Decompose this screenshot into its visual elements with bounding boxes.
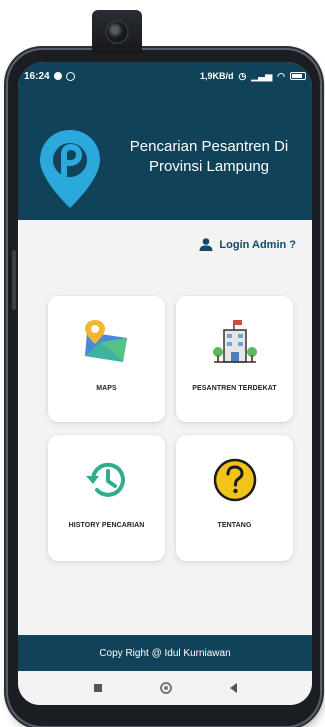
menu-pesantren-terdekat-button[interactable]: PESANTREN TERDEKAT bbox=[176, 296, 293, 422]
network-speed: 1,9KB/d bbox=[200, 71, 234, 81]
app-header: Pencarian Pesantren Di Provinsi Lampung bbox=[18, 90, 312, 220]
alarm-icon: ◷ bbox=[238, 70, 247, 81]
popup-camera bbox=[92, 10, 142, 54]
signal-icon: ▁▃▅ bbox=[251, 70, 273, 81]
battery-icon bbox=[290, 72, 306, 80]
login-admin-label: Login Admin ? bbox=[219, 238, 296, 251]
home-icon[interactable] bbox=[159, 682, 172, 694]
menu-maps-label: MAPS bbox=[96, 385, 117, 392]
app-screen: 16:24 1,9KB/d ◷ ▁▃▅ ◠ Pencarian Pesantre… bbox=[18, 62, 312, 705]
phone-side-button bbox=[12, 250, 16, 310]
user-icon bbox=[199, 238, 213, 251]
map-icon bbox=[84, 320, 127, 362]
menu-history-pencarian-button[interactable]: HISTORY PENCARIAN bbox=[48, 435, 165, 561]
status-bar: 16:24 1,9KB/d ◷ ▁▃▅ ◠ bbox=[18, 62, 312, 90]
menu-tentang-label: TENTANG bbox=[217, 522, 252, 529]
copyright-text: Copy Right @ Idul Kurniawan bbox=[99, 647, 231, 659]
notification-dot-icon bbox=[53, 72, 62, 80]
whatsapp-icon bbox=[65, 71, 75, 81]
status-time: 16:24 bbox=[24, 70, 50, 82]
question-icon bbox=[213, 458, 256, 502]
recent-apps-icon[interactable] bbox=[93, 684, 102, 692]
building-icon bbox=[212, 320, 257, 363]
camera-lens-icon bbox=[107, 22, 127, 42]
app-title: Pencarian Pesantren Di Provinsi Lampung bbox=[129, 138, 289, 175]
menu-maps-button[interactable]: MAPS bbox=[48, 296, 165, 422]
menu-tentang-button[interactable]: TENTANG bbox=[176, 435, 293, 561]
app-footer: Copy Right @ Idul Kurniawan bbox=[18, 635, 312, 671]
menu-history-pencarian-label: HISTORY PENCARIAN bbox=[68, 522, 145, 529]
android-nav-bar bbox=[18, 671, 312, 705]
login-admin-link[interactable]: Login Admin ? bbox=[199, 238, 296, 251]
history-icon bbox=[85, 462, 125, 497]
menu-pesantren-terdekat-label: PESANTREN TERDEKAT bbox=[192, 385, 277, 392]
back-icon[interactable] bbox=[229, 683, 237, 693]
wifi-icon: ◠ bbox=[277, 70, 285, 81]
location-pin-logo-icon bbox=[40, 130, 100, 208]
